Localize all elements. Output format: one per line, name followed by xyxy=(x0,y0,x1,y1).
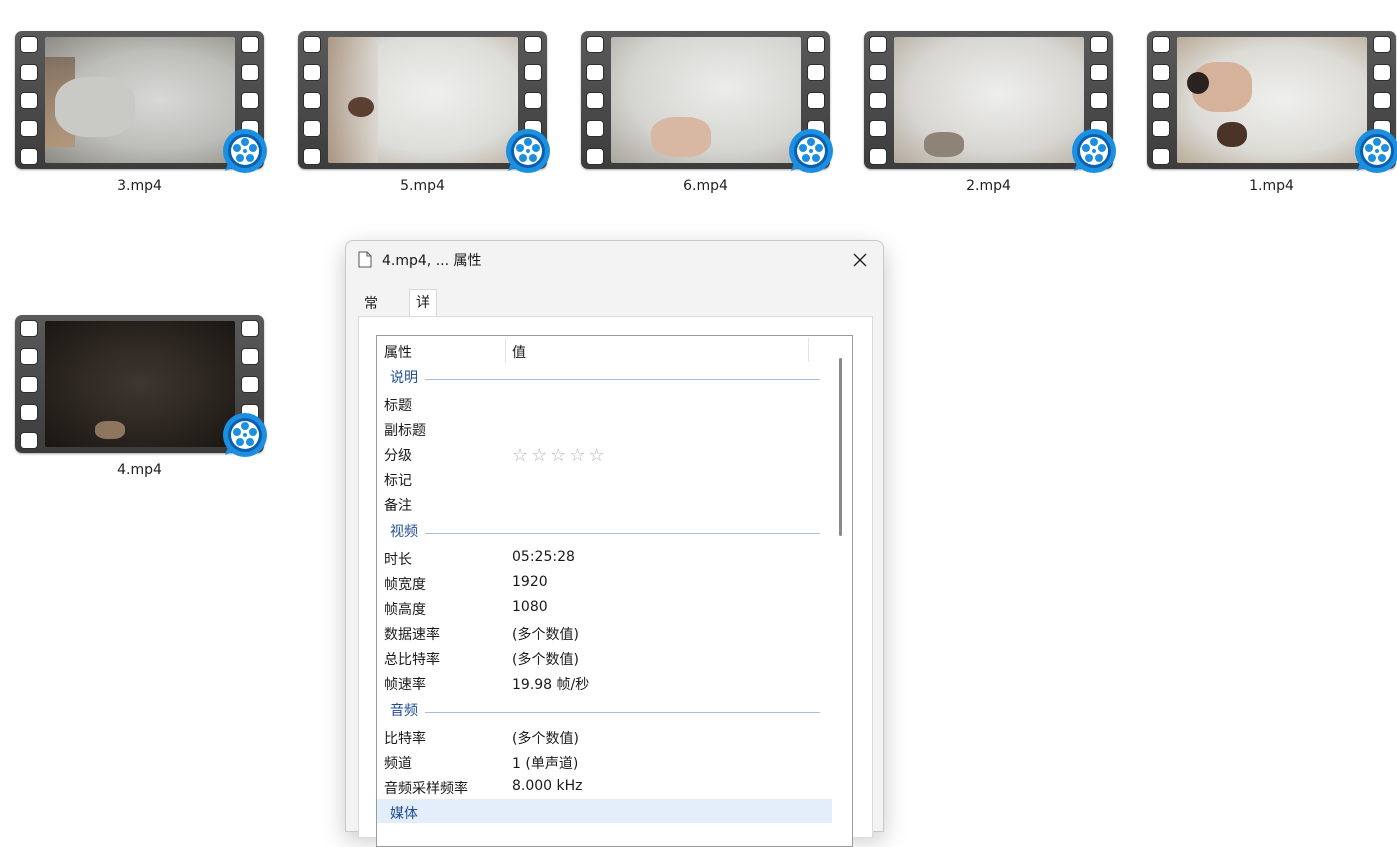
file-name: 6.mp4 xyxy=(683,178,728,194)
property-name: 频道 xyxy=(384,756,412,772)
tab-general[interactable]: 常规 xyxy=(358,291,384,338)
property-name: 比特率 xyxy=(384,731,426,747)
property-name: 音频采样频率 xyxy=(384,781,468,797)
group-label: 视频 xyxy=(390,524,418,540)
file-tile[interactable]: 6.mp4 xyxy=(566,0,833,194)
file-name: 5.mp4 xyxy=(400,178,445,194)
file-name: 4.mp4 xyxy=(117,462,162,478)
property-name: 帧高度 xyxy=(384,602,426,618)
file-tile[interactable]: 3.mp4 xyxy=(0,0,267,194)
group-header-video: 视频 xyxy=(390,521,820,546)
property-value: (多个数值) xyxy=(512,731,579,747)
property-name: 帧宽度 xyxy=(384,577,426,593)
file-name: 2.mp4 xyxy=(966,178,1011,194)
property-name: 副标题 xyxy=(384,423,426,439)
video-player-icon xyxy=(506,129,550,173)
column-header-property[interactable]: 属性 xyxy=(384,342,412,362)
property-value: 1 (单声道) xyxy=(512,756,579,772)
file-tile[interactable]: 2.mp4 xyxy=(849,0,1116,194)
property-name: 数据速率 xyxy=(384,627,440,643)
close-icon xyxy=(853,253,867,267)
group-label: 媒体 xyxy=(390,806,418,822)
selected-row-highlight xyxy=(377,799,832,823)
dialog-title: 4.mp4, ... 属性 xyxy=(382,253,482,269)
document-icon xyxy=(358,251,372,268)
tab-details[interactable]: 详细信息 xyxy=(409,289,437,389)
column-header-value[interactable]: 值 xyxy=(512,342,526,362)
property-name: 时长 xyxy=(384,552,412,568)
property-value: (多个数值) xyxy=(512,652,579,668)
video-player-icon xyxy=(1072,129,1116,173)
group-label: 音频 xyxy=(390,703,418,719)
video-player-icon xyxy=(1355,129,1397,173)
property-name: 备注 xyxy=(384,498,412,514)
file-tile[interactable]: 4.mp4 xyxy=(0,284,267,478)
property-value: (多个数值) xyxy=(512,627,579,643)
scrollbar[interactable] xyxy=(839,358,842,536)
property-name: 标记 xyxy=(384,473,412,489)
property-list[interactable]: 属性 值 说明 标题 副标题 分级 ☆☆☆☆☆ 标记 备注 视频 时长 05:2… xyxy=(376,335,853,847)
dialog-titlebar[interactable]: 4.mp4, ... 属性 xyxy=(346,241,883,279)
group-header-media: 媒体 xyxy=(390,803,418,828)
group-label: 说明 xyxy=(390,370,418,386)
property-value: 19.98 帧/秒 xyxy=(512,677,590,693)
video-player-icon xyxy=(789,129,833,173)
property-name: 标题 xyxy=(384,398,412,414)
property-value: 1080 xyxy=(512,599,548,615)
group-header-description: 说明 xyxy=(390,367,820,392)
file-tile[interactable]: 1.mp4 xyxy=(1132,0,1397,194)
close-button[interactable] xyxy=(845,245,875,275)
property-value: 8.000 kHz xyxy=(512,778,583,794)
file-name: 3.mp4 xyxy=(117,178,162,194)
property-name: 分级 xyxy=(384,448,412,464)
video-player-icon xyxy=(223,129,267,173)
rating-stars[interactable]: ☆☆☆☆☆ xyxy=(512,445,608,466)
property-value: 05:25:28 xyxy=(512,549,575,565)
video-player-icon xyxy=(223,413,267,457)
property-name: 帧速率 xyxy=(384,677,426,693)
group-header-audio: 音频 xyxy=(390,700,820,725)
details-panel: 属性 值 说明 标题 副标题 分级 ☆☆☆☆☆ 标记 备注 视频 时长 05:2… xyxy=(358,316,873,847)
property-value: 1920 xyxy=(512,574,548,590)
column-header: 属性 值 xyxy=(377,336,832,364)
properties-dialog: 4.mp4, ... 属性 常规 详细信息 属性 值 说明 标 xyxy=(345,240,884,847)
file-tile[interactable]: 5.mp4 xyxy=(283,0,550,194)
property-name: 总比特率 xyxy=(384,652,440,668)
file-name: 1.mp4 xyxy=(1249,178,1294,194)
